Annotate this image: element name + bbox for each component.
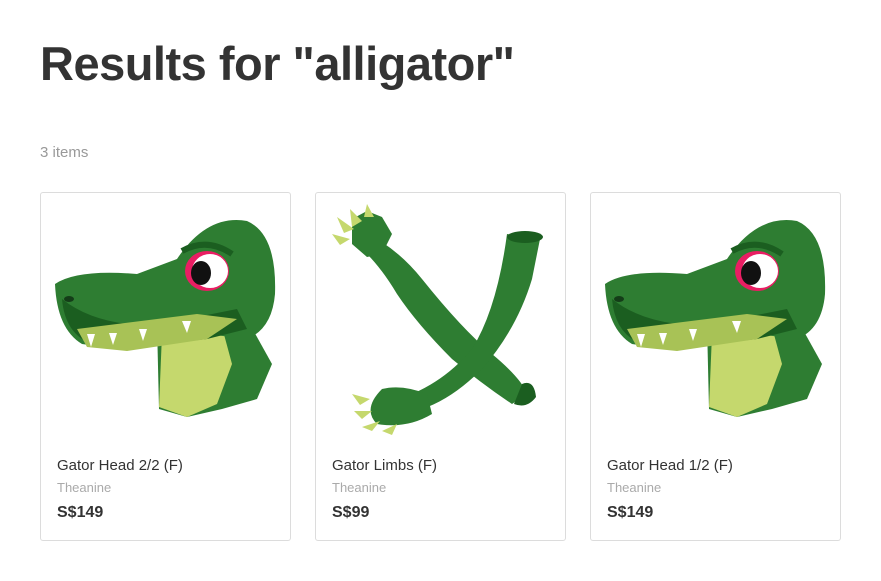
item-name[interactable]: Gator Limbs (F) bbox=[332, 457, 437, 474]
item-creator[interactable]: Theanine bbox=[332, 480, 386, 495]
item-card[interactable]: Gator Head 1/2 (F) Theanine S$149 bbox=[590, 192, 841, 541]
item-price: S$149 bbox=[57, 504, 104, 521]
item-thumbnail[interactable] bbox=[322, 199, 559, 436]
search-results-page: Results for "alligator" 3 items Gator He… bbox=[0, 0, 881, 581]
item-price: S$99 bbox=[332, 504, 370, 521]
item-creator[interactable]: Theanine bbox=[57, 480, 111, 495]
gator-head-image bbox=[605, 220, 826, 417]
gator-head-image bbox=[55, 220, 276, 417]
item-creator[interactable]: Theanine bbox=[607, 480, 661, 495]
item-card[interactable]: Gator Limbs (F) Theanine S$99 bbox=[315, 192, 566, 541]
page-title: Results for "alligator" bbox=[40, 37, 515, 90]
item-price: S$149 bbox=[607, 504, 654, 521]
item-thumbnail[interactable] bbox=[597, 199, 834, 436]
item-name[interactable]: Gator Head 2/2 (F) bbox=[57, 457, 183, 474]
results-grid: Gator Head 2/2 (F) Theanine S$149 Gator … bbox=[40, 192, 841, 541]
gator-limbs-image bbox=[332, 204, 543, 435]
item-card[interactable]: Gator Head 2/2 (F) Theanine S$149 bbox=[40, 192, 291, 541]
item-thumbnail[interactable] bbox=[47, 199, 284, 436]
item-name[interactable]: Gator Head 1/2 (F) bbox=[607, 457, 733, 474]
results-count: 3 items bbox=[40, 144, 89, 161]
